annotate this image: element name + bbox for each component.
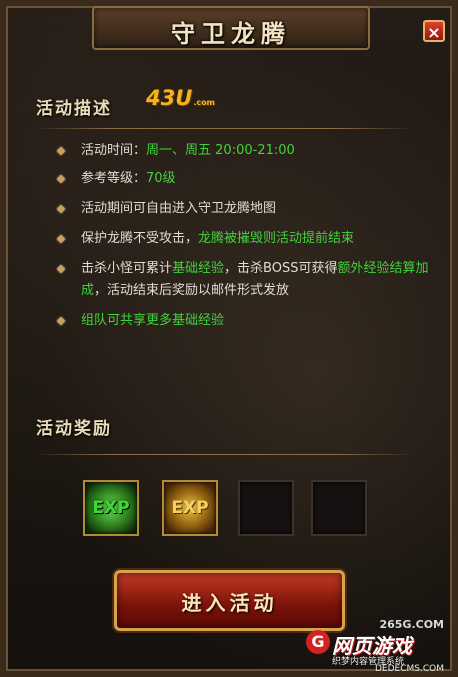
item-label: 参考等级： <box>81 171 147 186</box>
item-highlight: 周一、周五 20:00-21:00 <box>146 143 295 158</box>
bullet-icon <box>56 146 66 156</box>
bullet-icon <box>56 234 66 244</box>
bullet-icon <box>56 316 66 326</box>
watermark: 265G.COM G 网页游戏 织梦内容管理系统 DEDECMS.COM <box>300 618 450 674</box>
section-heading-description: 活动描述 <box>36 99 112 119</box>
divider <box>34 128 414 129</box>
reward-slot-exp-orange[interactable]: EXP <box>162 480 218 536</box>
close-button[interactable]: × <box>423 20 445 42</box>
item-label: 活动期间可自由进入守卫龙腾地图 <box>81 201 277 216</box>
logo-suffix: .com <box>193 98 215 107</box>
section-heading-rewards: 活动奖励 <box>36 419 112 439</box>
reward-slot-empty <box>238 480 294 536</box>
exp-orange-icon: EXP <box>171 498 209 518</box>
list-item-team: 组队可共享更多基础经验 <box>54 310 434 332</box>
list-item-level: 参考等级：70级 <box>54 168 434 190</box>
bullet-icon <box>56 264 66 274</box>
item-highlight: 基础经验 <box>172 261 225 276</box>
exp-green-icon: EXP <box>92 498 130 518</box>
reward-slot-empty <box>311 480 367 536</box>
item-highlight: 70级 <box>146 171 176 186</box>
description-list: 活动时间：周一、周五 20:00-21:00 参考等级：70级 活动期间可自由进… <box>54 140 434 332</box>
item-highlight: 龙腾被摧毁则活动提前结束 <box>198 231 355 246</box>
item-label: 击杀小怪可累计 <box>81 261 173 276</box>
bullet-icon <box>56 174 66 184</box>
list-item-map: 活动期间可自由进入守卫龙腾地图 <box>54 198 434 220</box>
watermark-sub2: DEDECMS.COM <box>375 664 444 674</box>
bullet-icon <box>56 204 66 214</box>
title-bar: 守卫龙腾 <box>92 6 370 50</box>
list-item-exp: 击杀小怪可累计基础经验，击杀BOSS可获得额外经验结算加成，活动结束后奖励以邮件… <box>54 258 434 302</box>
logo-main: 43U <box>146 86 193 110</box>
item-label-2: ，击杀BOSS可获得 <box>224 261 338 276</box>
list-item-protect: 保护龙腾不受攻击，龙腾被摧毁则活动提前结束 <box>54 228 434 250</box>
enter-activity-label: 进入活动 <box>181 591 278 615</box>
watermark-logo-icon: G <box>306 630 330 654</box>
item-label-3: ，活动结束后奖励以邮件形式发放 <box>94 283 290 298</box>
item-highlight: 组队可共享更多基础经验 <box>81 313 225 328</box>
item-label: 活动时间： <box>81 143 147 158</box>
item-label: 保护龙腾不受攻击， <box>81 231 199 246</box>
divider <box>34 454 414 455</box>
window-title: 守卫龙腾 <box>171 19 291 48</box>
43u-logo: 43U.com <box>146 86 215 110</box>
list-item-time: 活动时间：周一、周五 20:00-21:00 <box>54 140 434 162</box>
reward-slot-exp-green[interactable]: EXP <box>83 480 139 536</box>
